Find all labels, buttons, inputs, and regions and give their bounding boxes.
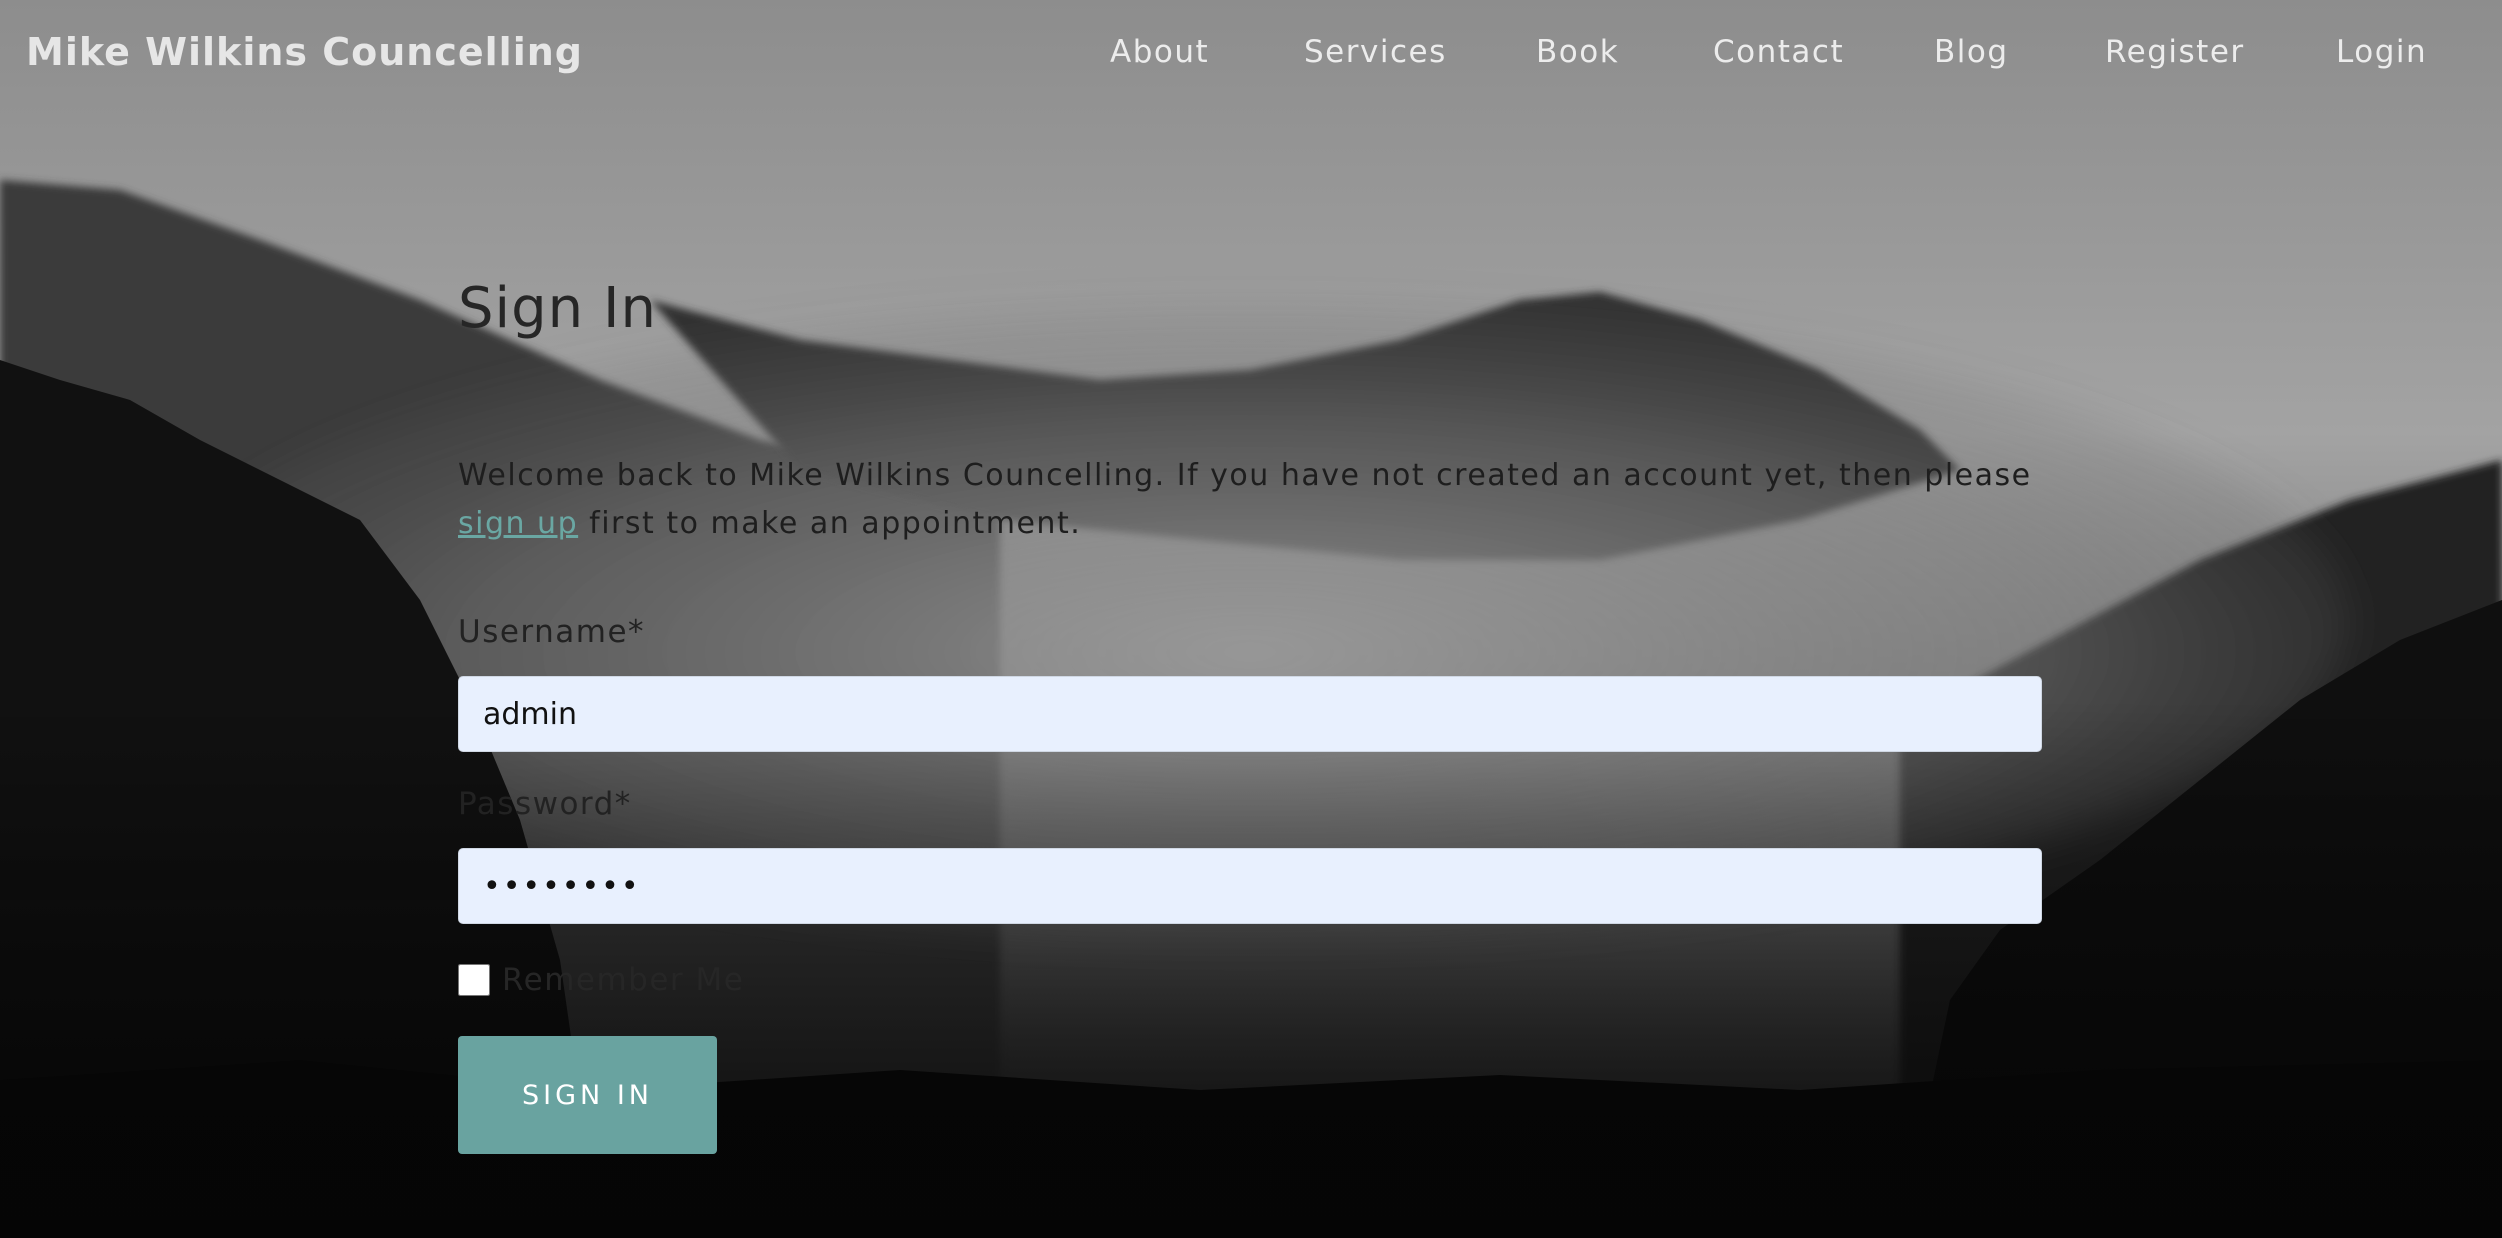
remember-me-label: Remember Me (502, 962, 745, 998)
nav-link-register[interactable]: Register (2105, 34, 2245, 70)
intro-text-before: Welcome back to Mike Wilkins Councelling… (458, 458, 2032, 493)
username-input[interactable] (458, 676, 2042, 752)
intro-text-after: first to make an appointment. (578, 506, 1082, 541)
signin-button[interactable]: SIGN IN (458, 1036, 717, 1154)
nav-link-book[interactable]: Book (1536, 34, 1619, 70)
password-input[interactable] (458, 848, 2042, 924)
background-mountain-image (0, 0, 2502, 1238)
nav-link-about[interactable]: About (1110, 34, 1209, 70)
nav-link-login[interactable]: Login (2336, 34, 2427, 70)
brand-logo-link[interactable]: Mike Wilkins Councelling (26, 30, 583, 74)
signin-intro-text: Welcome back to Mike Wilkins Councelling… (458, 452, 2042, 548)
username-label: Username* (458, 614, 646, 650)
nav-links: About Services Book Contact Blog Registe… (1062, 34, 2502, 74)
nav-link-services[interactable]: Services (1304, 34, 1447, 70)
remember-me-checkbox[interactable] (458, 964, 490, 996)
signup-link[interactable]: sign up (458, 506, 578, 541)
password-label: Password* (458, 786, 632, 822)
remember-me-row: Remember Me (458, 962, 1058, 998)
nav-link-contact[interactable]: Contact (1713, 34, 1844, 70)
page-title: Sign In (458, 276, 657, 341)
nav-link-blog[interactable]: Blog (1934, 34, 2009, 70)
navbar: Mike Wilkins Councelling About Services … (0, 0, 2502, 106)
